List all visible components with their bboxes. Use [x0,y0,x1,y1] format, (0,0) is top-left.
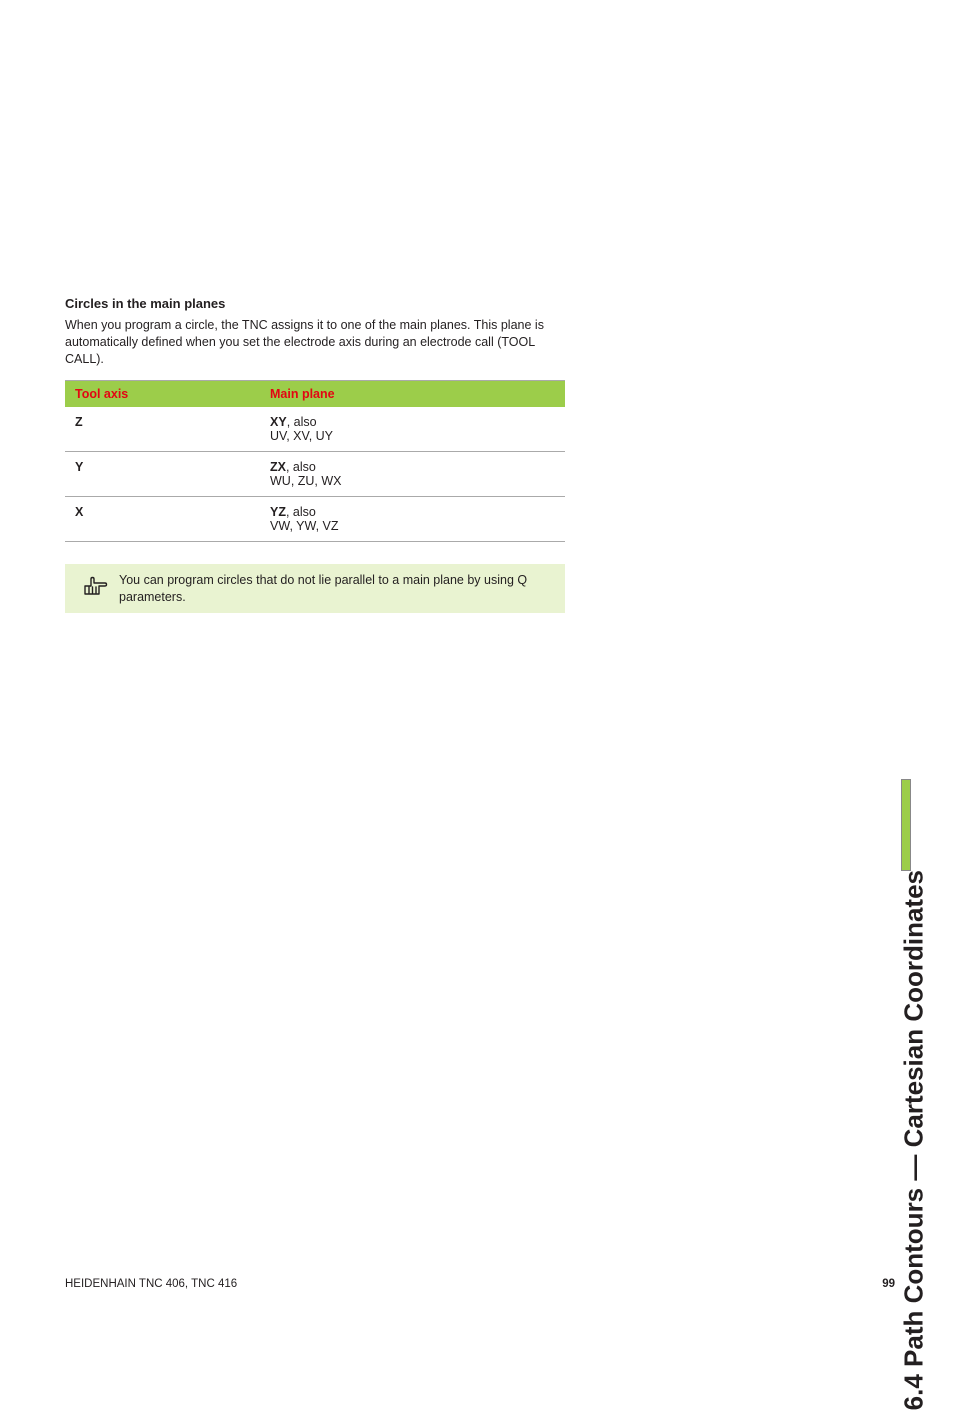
side-tab: 6.4 Path Contours — Cartesian Coordinate… [858,300,898,870]
plane-bold: YZ [270,505,286,519]
footer-left: HEIDENHAIN TNC 406, TNC 416 [65,1278,237,1290]
cell-axis: X [65,496,260,541]
main-content: Circles in the main planes When you prog… [65,296,565,613]
table-row: X YZ, also VW, YW, VZ [65,496,565,541]
plane-line2: WU, ZU, WX [270,474,342,488]
side-tab-label: 6.4 Path Contours — Cartesian Coordinate… [898,870,929,1410]
page-footer: HEIDENHAIN TNC 406, TNC 416 99 [65,1278,895,1290]
table-header-toolaxis: Tool axis [65,380,260,407]
page-number: 99 [882,1278,895,1290]
cell-plane: YZ, also VW, YW, VZ [260,496,565,541]
cell-axis: Y [65,451,260,496]
cell-plane: ZX, also WU, ZU, WX [260,451,565,496]
side-accent-bar [901,779,911,871]
plane-bold: ZX [270,460,286,474]
note-icon-cell [73,572,119,606]
cell-axis: Z [65,407,260,452]
note-text: You can program circles that do not lie … [119,572,555,606]
plane-rest: , also [286,460,316,474]
table-row: Y ZX, also WU, ZU, WX [65,451,565,496]
table-header-mainplane: Main plane [260,380,565,407]
plane-line2: VW, YW, VZ [270,519,339,533]
plane-bold: XY [270,415,287,429]
cell-plane: XY, also UV, XV, UY [260,407,565,452]
note-box: You can program circles that do not lie … [65,564,565,614]
subheading: Circles in the main planes [65,296,565,311]
plane-rest: , also [287,415,317,429]
plane-rest: , also [286,505,316,519]
table-row: Z XY, also UV, XV, UY [65,407,565,452]
hand-pointing-icon [81,574,111,598]
planes-table: Tool axis Main plane Z XY, also UV, XV, … [65,380,565,542]
intro-paragraph: When you program a circle, the TNC assig… [65,317,565,368]
plane-line2: UV, XV, UY [270,429,333,443]
